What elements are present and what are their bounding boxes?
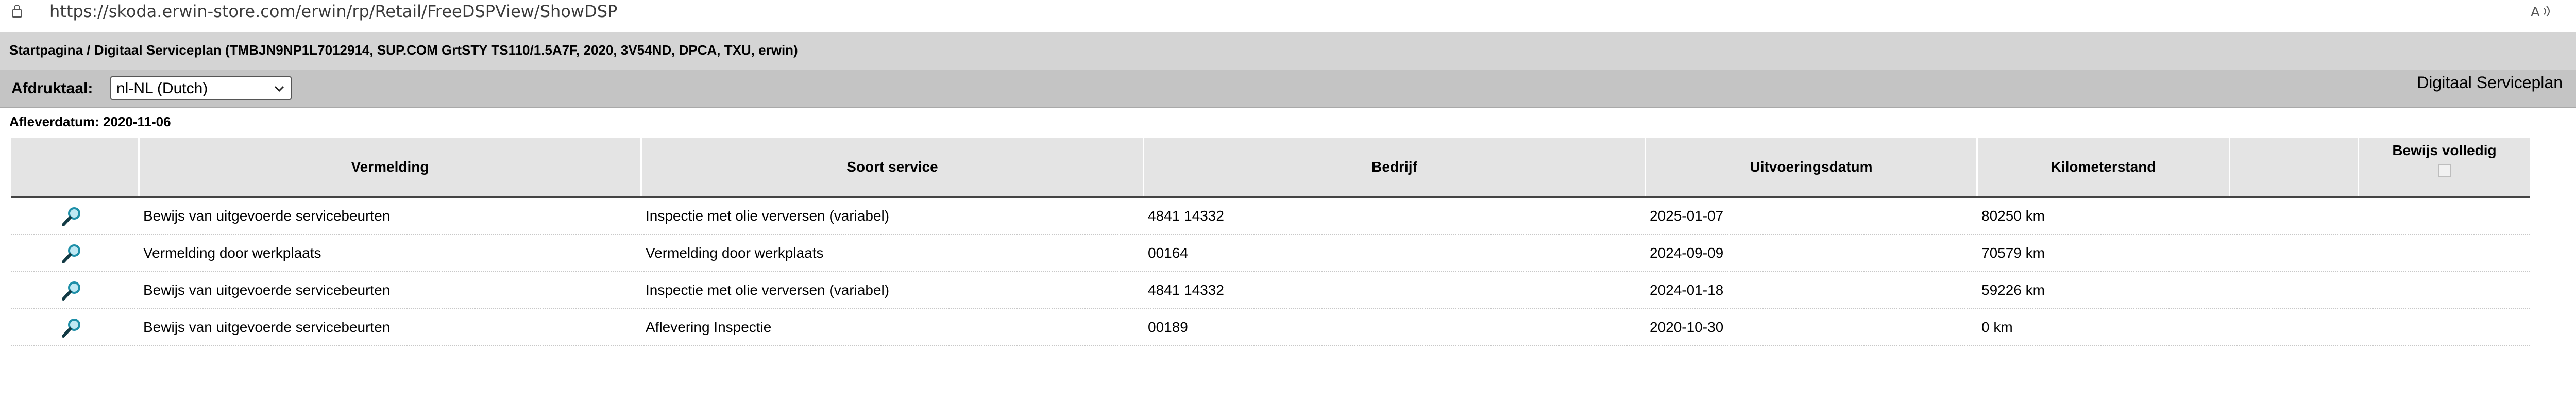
table-row[interactable]: Bewijs van uitgevoerde servicebeurten Af… — [11, 309, 2530, 346]
header-blank — [2229, 138, 2358, 196]
row-date: 2020-10-30 — [1650, 319, 1724, 335]
header-proof-label: Bewijs volledig — [2392, 142, 2497, 158]
table-row[interactable]: Vermelding door werkplaats Vermelding do… — [11, 235, 2530, 272]
magnifier-icon[interactable] — [60, 317, 83, 339]
row-service: Inspectie met olie verversen (variabel) — [646, 208, 890, 224]
row-entry: Bewijs van uitgevoerde servicebeurten — [143, 282, 391, 298]
row-service: Vermelding door werkplaats — [646, 245, 824, 261]
row-company: 00164 — [1148, 245, 1188, 261]
row-km: 0 km — [1981, 319, 2013, 335]
row-entry: Bewijs van uitgevoerde servicebeurten — [143, 319, 391, 335]
header-service[interactable]: Soort service — [640, 138, 1143, 196]
page-title: Digitaal Serviceplan — [2417, 73, 2563, 92]
header-icon-col — [11, 138, 138, 196]
language-select[interactable]: nl-NL (Dutch) — [110, 76, 292, 100]
table-row[interactable]: Bewijs van uitgevoerde servicebeurten In… — [11, 272, 2530, 309]
url-text[interactable]: https://skoda.erwin-store.com/erwin/rp/R… — [49, 2, 617, 21]
svg-text:A: A — [2531, 5, 2540, 20]
magnifier-icon[interactable] — [60, 205, 83, 228]
row-date: 2024-09-09 — [1650, 245, 1724, 261]
row-km: 70579 km — [1981, 245, 2045, 261]
row-company: 4841 14332 — [1148, 282, 1224, 298]
header-proof: Bewijs volledig — [2358, 138, 2530, 196]
row-company: 00189 — [1148, 319, 1188, 335]
language-select-value: nl-NL (Dutch) — [116, 80, 208, 97]
breadcrumb[interactable]: Startpagina / Digitaal Serviceplan (TMBJ… — [9, 40, 798, 60]
row-km: 59226 km — [1981, 282, 2045, 298]
browser-address-bar[interactable]: https://skoda.erwin-store.com/erwin/rp/R… — [0, 0, 2576, 23]
table-row[interactable]: Bewijs van uitgevoerde servicebeurten In… — [11, 198, 2530, 235]
read-aloud-icon[interactable]: A — [2530, 2, 2552, 21]
delivery-date: Afleverdatum: 2020-11-06 — [9, 114, 171, 129]
service-table: Vermelding Soort service Bedrijf Uitvoer… — [11, 138, 2530, 346]
header-km[interactable]: Kilometerstand — [1976, 138, 2229, 196]
row-company: 4841 14332 — [1148, 208, 1224, 224]
language-label: Afdruktaal: — [11, 80, 93, 97]
magnifier-icon[interactable] — [60, 242, 83, 265]
row-km: 80250 km — [1981, 208, 2045, 224]
chevron-down-icon — [274, 86, 284, 92]
proof-complete-checkbox[interactable] — [2437, 164, 2451, 177]
table-header: Vermelding Soort service Bedrijf Uitvoer… — [11, 138, 2530, 198]
row-entry: Vermelding door werkplaats — [143, 245, 321, 261]
breadcrumb-bar: Startpagina / Digitaal Serviceplan (TMBJ… — [0, 32, 2576, 70]
header-date[interactable]: Uitvoeringsdatum — [1645, 138, 1976, 196]
header-entry[interactable]: Vermelding — [138, 138, 640, 196]
lock-icon — [12, 5, 22, 18]
row-date: 2025-01-07 — [1650, 208, 1724, 224]
toolbar: Afdruktaal: nl-NL (Dutch) Digitaal Servi… — [0, 70, 2576, 108]
header-company[interactable]: Bedrijf — [1143, 138, 1645, 196]
row-service: Inspectie met olie verversen (variabel) — [646, 282, 890, 298]
row-entry: Bewijs van uitgevoerde servicebeurten — [143, 208, 391, 224]
magnifier-icon[interactable] — [60, 279, 83, 302]
row-service: Aflevering Inspectie — [646, 319, 772, 335]
row-date: 2024-01-18 — [1650, 282, 1724, 298]
